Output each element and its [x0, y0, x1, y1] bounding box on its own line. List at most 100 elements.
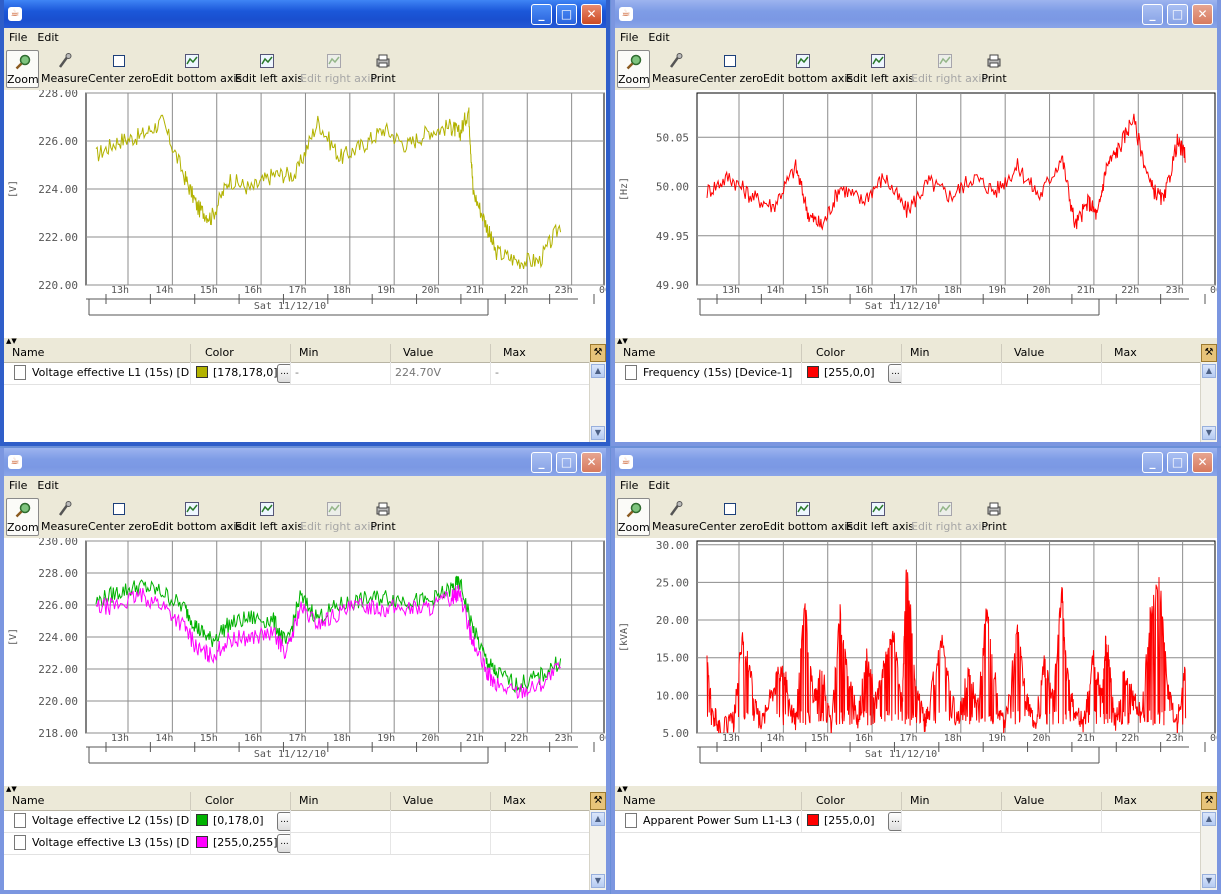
close-button[interactable]: ✕ — [581, 452, 602, 473]
scroll-down-icon[interactable]: ▼ — [1202, 426, 1216, 440]
maximize-button[interactable]: □ — [556, 4, 577, 25]
title-bar[interactable]: ☕ _ □ ✕ — [4, 448, 606, 476]
scroll-up-icon[interactable]: ▲ — [591, 364, 605, 378]
scroll-up-icon[interactable]: ▲ — [1202, 364, 1216, 378]
chart-area[interactable]: 218.00 220.00 222.00 224.00 226.00 228.00 230.… — [4, 538, 606, 786]
vertical-scrollbar[interactable]: ▲ ▼ — [589, 810, 606, 890]
column-value[interactable]: Value — [391, 792, 491, 810]
column-chooser-icon[interactable]: ⚒ — [1201, 792, 1217, 810]
java-cup-icon[interactable]: ☕ — [619, 455, 633, 469]
measure-button[interactable]: Measure — [652, 50, 699, 88]
scroll-down-icon[interactable]: ▼ — [1202, 874, 1216, 888]
column-min[interactable]: Min — [902, 792, 1002, 810]
menu-file[interactable]: File — [4, 28, 32, 44]
color-chooser-button[interactable]: ... — [277, 364, 290, 383]
minimize-button[interactable]: _ — [531, 4, 552, 25]
measure-button[interactable]: Measure — [652, 498, 699, 536]
print-button[interactable]: Print — [981, 50, 1007, 88]
chart-area[interactable]: 220.00 222.00 224.00 226.00 228.00 [V] 13h 14h 1… — [4, 90, 606, 338]
java-cup-icon[interactable]: ☕ — [8, 455, 22, 469]
zoom-button[interactable]: Zoom — [6, 498, 39, 536]
vertical-scrollbar[interactable]: ▲ ▼ — [1200, 362, 1217, 442]
scroll-down-icon[interactable]: ▼ — [591, 426, 605, 440]
column-value[interactable]: Value — [1002, 344, 1102, 362]
close-button[interactable]: ✕ — [581, 4, 602, 25]
column-chooser-icon[interactable]: ⚒ — [590, 344, 606, 362]
column-min[interactable]: Min — [902, 344, 1002, 362]
column-name[interactable]: Name — [615, 792, 802, 810]
table-row[interactable]: Voltage effective L3 (15s) [D... [255,0,2… — [4, 832, 591, 855]
minimize-button[interactable]: _ — [1142, 4, 1163, 25]
menu-edit[interactable]: Edit — [643, 476, 674, 492]
column-color[interactable]: Color — [802, 792, 902, 810]
column-value[interactable]: Value — [391, 344, 491, 362]
zoom-button[interactable]: Zoom — [617, 50, 650, 88]
close-button[interactable]: ✕ — [1192, 452, 1213, 473]
table-row[interactable]: Voltage effective L2 (15s) [D... [0,178,0… — [4, 810, 591, 833]
zoom-button[interactable]: Zoom — [617, 498, 650, 536]
print-button[interactable]: Print — [370, 50, 396, 88]
color-chooser-button[interactable]: ... — [888, 364, 901, 383]
title-bar[interactable]: ☕ _ □ ✕ — [4, 0, 606, 28]
java-cup-icon[interactable]: ☕ — [8, 7, 22, 21]
maximize-button[interactable]: □ — [1167, 4, 1188, 25]
column-max[interactable]: Max — [1102, 792, 1202, 810]
column-min[interactable]: Min — [291, 344, 391, 362]
center-zero-button[interactable]: Center zero — [699, 50, 763, 88]
scroll-down-icon[interactable]: ▼ — [591, 874, 605, 888]
edit-bottom-axis-button[interactable]: Edit bottom axis — [763, 50, 853, 88]
menu-file[interactable]: File — [4, 476, 32, 492]
menu-edit[interactable]: Edit — [643, 28, 674, 44]
print-button[interactable]: Print — [370, 498, 396, 536]
column-color[interactable]: Color — [802, 344, 902, 362]
edit-left-axis-button[interactable]: Edit left axis — [846, 50, 914, 88]
column-name[interactable]: Name — [615, 344, 802, 362]
edit-left-axis-button[interactable]: Edit left axis — [846, 498, 914, 536]
column-max[interactable]: Max — [1102, 344, 1202, 362]
minimize-button[interactable]: _ — [531, 452, 552, 473]
column-value[interactable]: Value — [1002, 792, 1102, 810]
scroll-up-icon[interactable]: ▲ — [591, 812, 605, 826]
title-bar[interactable]: ☕ _ □ ✕ — [615, 448, 1217, 476]
edit-left-axis-button[interactable]: Edit left axis — [235, 498, 303, 536]
scroll-up-icon[interactable]: ▲ — [1202, 812, 1216, 826]
maximize-button[interactable]: □ — [556, 452, 577, 473]
edit-bottom-axis-button[interactable]: Edit bottom axis — [152, 50, 242, 88]
color-chooser-button[interactable]: ... — [888, 812, 901, 831]
title-bar[interactable]: ☕ _ □ ✕ — [615, 0, 1217, 28]
table-row[interactable]: Voltage effective L1 (15s) [D... [178,178… — [4, 362, 591, 385]
column-name[interactable]: Name — [4, 792, 191, 810]
table-row[interactable]: Frequency (15s) [Device-1] [255,0,0]... — [615, 362, 1202, 385]
edit-bottom-axis-button[interactable]: Edit bottom axis — [152, 498, 242, 536]
measure-button[interactable]: Measure — [41, 498, 88, 536]
column-chooser-icon[interactable]: ⚒ — [590, 792, 606, 810]
column-max[interactable]: Max — [491, 344, 591, 362]
color-chooser-button[interactable]: ... — [277, 812, 290, 831]
center-zero-button[interactable]: Center zero — [88, 498, 152, 536]
zoom-button[interactable]: Zoom — [6, 50, 39, 88]
vertical-scrollbar[interactable]: ▲ ▼ — [1200, 810, 1217, 890]
edit-bottom-axis-button[interactable]: Edit bottom axis — [763, 498, 853, 536]
minimize-button[interactable]: _ — [1142, 452, 1163, 473]
maximize-button[interactable]: □ — [1167, 452, 1188, 473]
chart-area[interactable]: 5.00 10.00 15.00 20.00 25.00 30.00 [kVA] 13h 14h… — [615, 538, 1217, 786]
column-name[interactable]: Name — [4, 344, 191, 362]
table-row[interactable]: Apparent Power Sum L1-L3 (... [255,0,0]..… — [615, 810, 1202, 833]
chart-area[interactable]: 49.90 49.95 50.00 50.05 [Hz] 13h 14h 15h 16h 17h 1… — [615, 90, 1217, 338]
column-min[interactable]: Min — [291, 792, 391, 810]
java-cup-icon[interactable]: ☕ — [619, 7, 633, 21]
vertical-scrollbar[interactable]: ▲ ▼ — [589, 362, 606, 442]
measure-button[interactable]: Measure — [41, 50, 88, 88]
column-color[interactable]: Color — [191, 792, 291, 810]
column-max[interactable]: Max — [491, 792, 591, 810]
close-button[interactable]: ✕ — [1192, 4, 1213, 25]
menu-edit[interactable]: Edit — [32, 476, 63, 492]
center-zero-button[interactable]: Center zero — [88, 50, 152, 88]
menu-edit[interactable]: Edit — [32, 28, 63, 44]
menu-file[interactable]: File — [615, 476, 643, 492]
column-chooser-icon[interactable]: ⚒ — [1201, 344, 1217, 362]
print-button[interactable]: Print — [981, 498, 1007, 536]
menu-file[interactable]: File — [615, 28, 643, 44]
edit-left-axis-button[interactable]: Edit left axis — [235, 50, 303, 88]
color-chooser-button[interactable]: ... — [277, 834, 290, 853]
